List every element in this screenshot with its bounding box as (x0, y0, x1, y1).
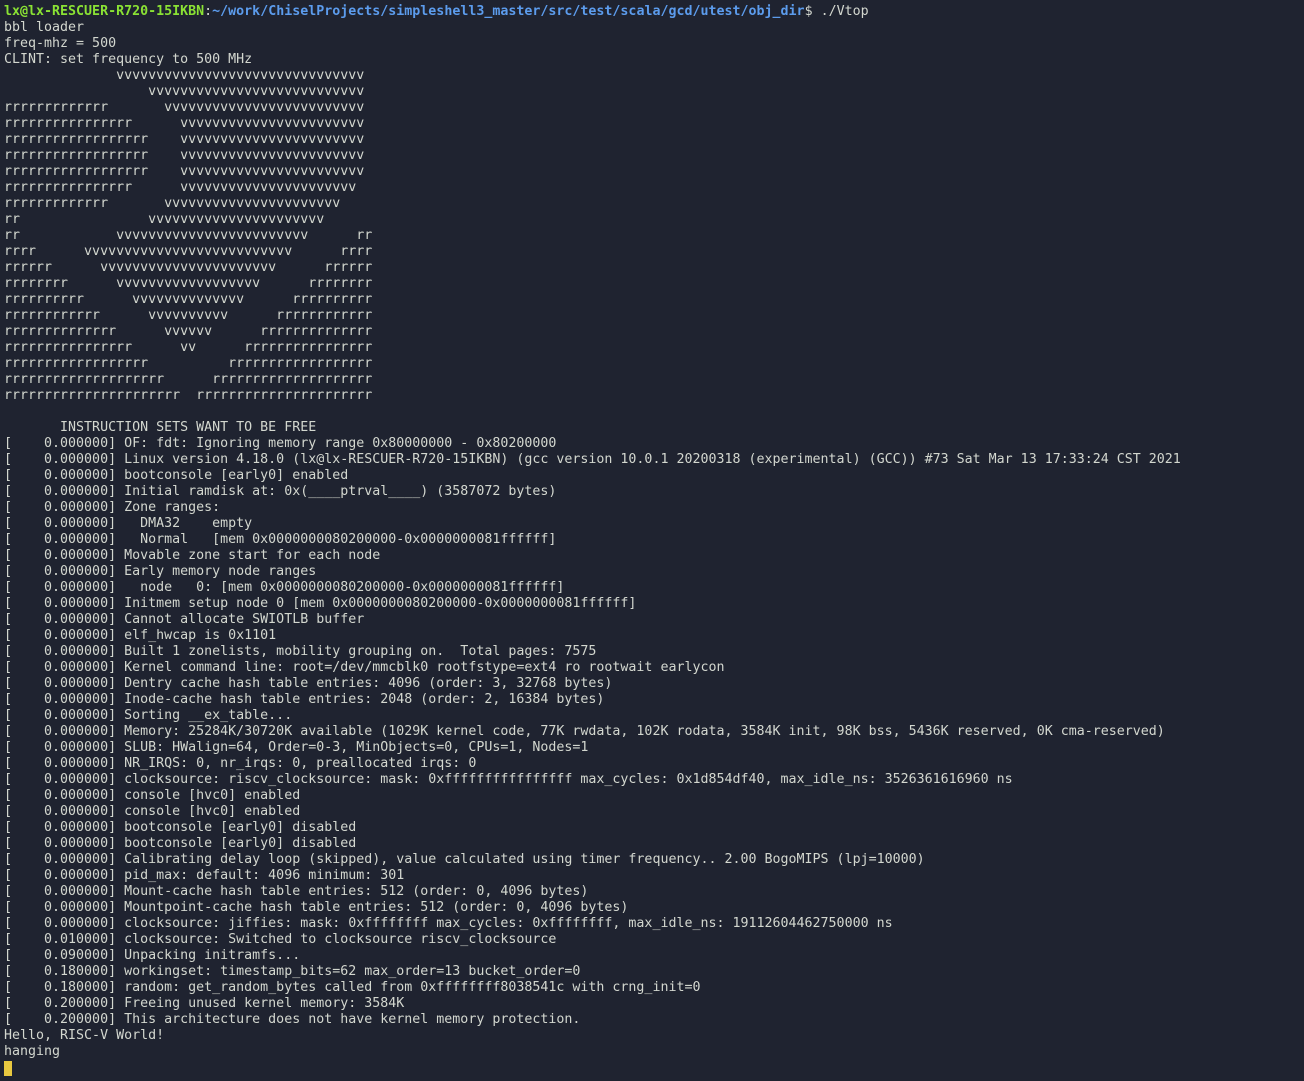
output-line: [ 0.090000] Unpacking initramfs... (4, 948, 301, 963)
output-line: [ 0.000000] Inode-cache hash table entri… (4, 692, 605, 707)
output-line: [ 0.000000] Dentry cache hash table entr… (4, 676, 613, 691)
output-line: [ 0.000000] DMA32 empty (4, 516, 253, 531)
output-line: rrrrrrrrrrrrrrrrrr vvvvvvvvvvvvvvvvvvvvv… (4, 132, 365, 147)
output-line: rrrrrrrrrrrrr vvvvvvvvvvvvvvvvvvvvvv (4, 196, 341, 211)
output-line: rr vvvvvvvvvvvvvvvvvvvvvv (4, 212, 325, 227)
output-line: [ 0.000000] node 0: [mem 0x0000000080200… (4, 580, 565, 595)
output-line: [ 0.000000] elf_hwcap is 0x1101 (4, 628, 277, 643)
prompt-symbol: $ (804, 4, 813, 19)
terminal-window[interactable]: lx@lx-RESCUER-R720-15IKBN:~/work/ChiselP… (0, 0, 1304, 1081)
output-line: [ 0.000000] Initial ramdisk at: 0x(____p… (4, 484, 557, 499)
output-line: [ 0.000000] console [hvc0] enabled (4, 788, 301, 803)
output-line: rrrrrrrrrrrrrrrrrrrr rrrrrrrrrrrrrrrrrrr… (4, 372, 373, 387)
output-line: rrrrrrrrrrrr vvvvvvvvvv rrrrrrrrrrrr (4, 308, 373, 323)
output-line: [ 0.000000] bootconsole [early0] enabled (4, 468, 349, 483)
output-line: [ 0.180000] random: get_random_bytes cal… (4, 980, 701, 995)
output-line: [ 0.000000] Normal [mem 0x00000000802000… (4, 532, 557, 547)
prompt-command: ./Vtop (812, 4, 869, 19)
output-line: rr vvvvvvvvvvvvvvvvvvvvvvvv rr (4, 228, 373, 243)
output-line: [ 0.000000] Movable zone start for each … (4, 548, 381, 563)
output-line: rrrrrrrrrr vvvvvvvvvvvvvv rrrrrrrrrr (4, 292, 373, 307)
output-line: freq-mhz = 500 (4, 36, 117, 51)
output-line: [ 0.000000] Memory: 25284K/30720K availa… (4, 724, 1165, 739)
output-line: rrrrrrrrrrrrrrrrrr rrrrrrrrrrrrrrrrrr (4, 356, 373, 371)
output-line: rrrr vvvvvvvvvvvvvvvvvvvvvvvvvv rrrr (4, 244, 373, 259)
output-line: rrrrrrrrrrrrrrrrrrrrrr rrrrrrrrrrrrrrrrr… (4, 388, 373, 403)
text-cursor (4, 1061, 12, 1076)
output-line: [ 0.010000] clocksource: Switched to clo… (4, 932, 557, 947)
input-line[interactable] (4, 1060, 1304, 1076)
output-line: rrrrrrrrrrrrrrrr vvvvvvvvvvvvvvvvvvvvvv (4, 180, 357, 195)
output-line: rrrrrrrrrrrrrrrr vvvvvvvvvvvvvvvvvvvvvvv (4, 116, 365, 131)
output-line: rrrrrrrrrrrrrrrrrr vvvvvvvvvvvvvvvvvvvvv… (4, 164, 365, 179)
output-line: [ 0.000000] Zone ranges: (4, 500, 221, 515)
output-line: [ 0.000000] Sorting __ex_table... (4, 708, 293, 723)
output-line: hanging (4, 1044, 61, 1059)
output-line: [ 0.180000] workingset: timestamp_bits=6… (4, 964, 581, 979)
output-line: [ 0.000000] SLUB: HWalign=64, Order=0-3,… (4, 740, 589, 755)
output-line: [ 0.200000] Freeing unused kernel memory… (4, 996, 405, 1011)
output-line: rrrrrrrrrrrrrrrr vv rrrrrrrrrrrrrrrr (4, 340, 373, 355)
output-line: [ 0.000000] console [hvc0] enabled (4, 804, 301, 819)
output-line: [ 0.000000] NR_IRQS: 0, nr_irqs: 0, prea… (4, 756, 477, 771)
prompt-working-directory: ~/work/ChiselProjects/simpleshell3_maste… (212, 4, 805, 19)
output-line: INSTRUCTION SETS WANT TO BE FREE (4, 420, 317, 435)
output-line: CLINT: set frequency to 500 MHz (4, 52, 253, 67)
output-line: [ 0.000000] Initmem setup node 0 [mem 0x… (4, 596, 637, 611)
output-line: [ 0.000000] Built 1 zonelists, mobility … (4, 644, 597, 659)
output-line: [ 0.000000] bootconsole [early0] disable… (4, 820, 357, 835)
output-line: rrrrrrrrrrrrrr vvvvvv rrrrrrrrrrrrrr (4, 324, 373, 339)
output-line: [ 0.000000] Calibrating delay loop (skip… (4, 852, 925, 867)
output-line: [ 0.000000] Cannot allocate SWIOTLB buff… (4, 612, 365, 627)
terminal-output: bbl loader freq-mhz = 500 CLINT: set frequ… (4, 20, 1304, 1060)
shell-prompt-line: lx@lx-RESCUER-R720-15IKBN:~/work/ChiselP… (4, 4, 1304, 20)
output-line: bbl loader (4, 20, 85, 35)
output-line: [ 0.000000] Kernel command line: root=/d… (4, 660, 725, 675)
prompt-user-host: lx@lx-RESCUER-R720-15IKBN (4, 4, 205, 19)
output-line: [ 0.000000] clocksource: riscv_clocksour… (4, 772, 1013, 787)
output-line: [ 0.200000] This architecture does not h… (4, 1012, 581, 1027)
output-line: rrrrrrrrrrrrrrrrrr vvvvvvvvvvvvvvvvvvvvv… (4, 148, 365, 163)
output-line: rrrrrr vvvvvvvvvvvvvvvvvvvvvv rrrrrr (4, 260, 373, 275)
output-line: [ 0.000000] pid_max: default: 4096 minim… (4, 868, 405, 883)
output-line: [ 0.000000] clocksource: jiffies: mask: … (4, 916, 893, 931)
output-line: [ 0.000000] Mount-cache hash table entri… (4, 884, 589, 899)
output-line: vvvvvvvvvvvvvvvvvvvvvvvvvvvvvvv (4, 68, 365, 83)
output-line: [ 0.000000] bootconsole [early0] disable… (4, 836, 357, 851)
output-line: [ 0.000000] OF: fdt: Ignoring memory ran… (4, 436, 557, 451)
output-line: rrrrrrrrrrrrr vvvvvvvvvvvvvvvvvvvvvvvvv (4, 100, 365, 115)
output-line: vvvvvvvvvvvvvvvvvvvvvvvvvvv (4, 84, 365, 99)
output-line: rrrrrrrr vvvvvvvvvvvvvvvvvv rrrrrrrr (4, 276, 373, 291)
output-line: [ 0.000000] Mountpoint-cache hash table … (4, 900, 629, 915)
output-line: [ 0.000000] Early memory node ranges (4, 564, 317, 579)
output-line: [ 0.000000] Linux version 4.18.0 (lx@lx-… (4, 452, 1181, 467)
prompt-separator: : (204, 4, 213, 19)
output-line: Hello, RISC-V World! (4, 1028, 165, 1043)
